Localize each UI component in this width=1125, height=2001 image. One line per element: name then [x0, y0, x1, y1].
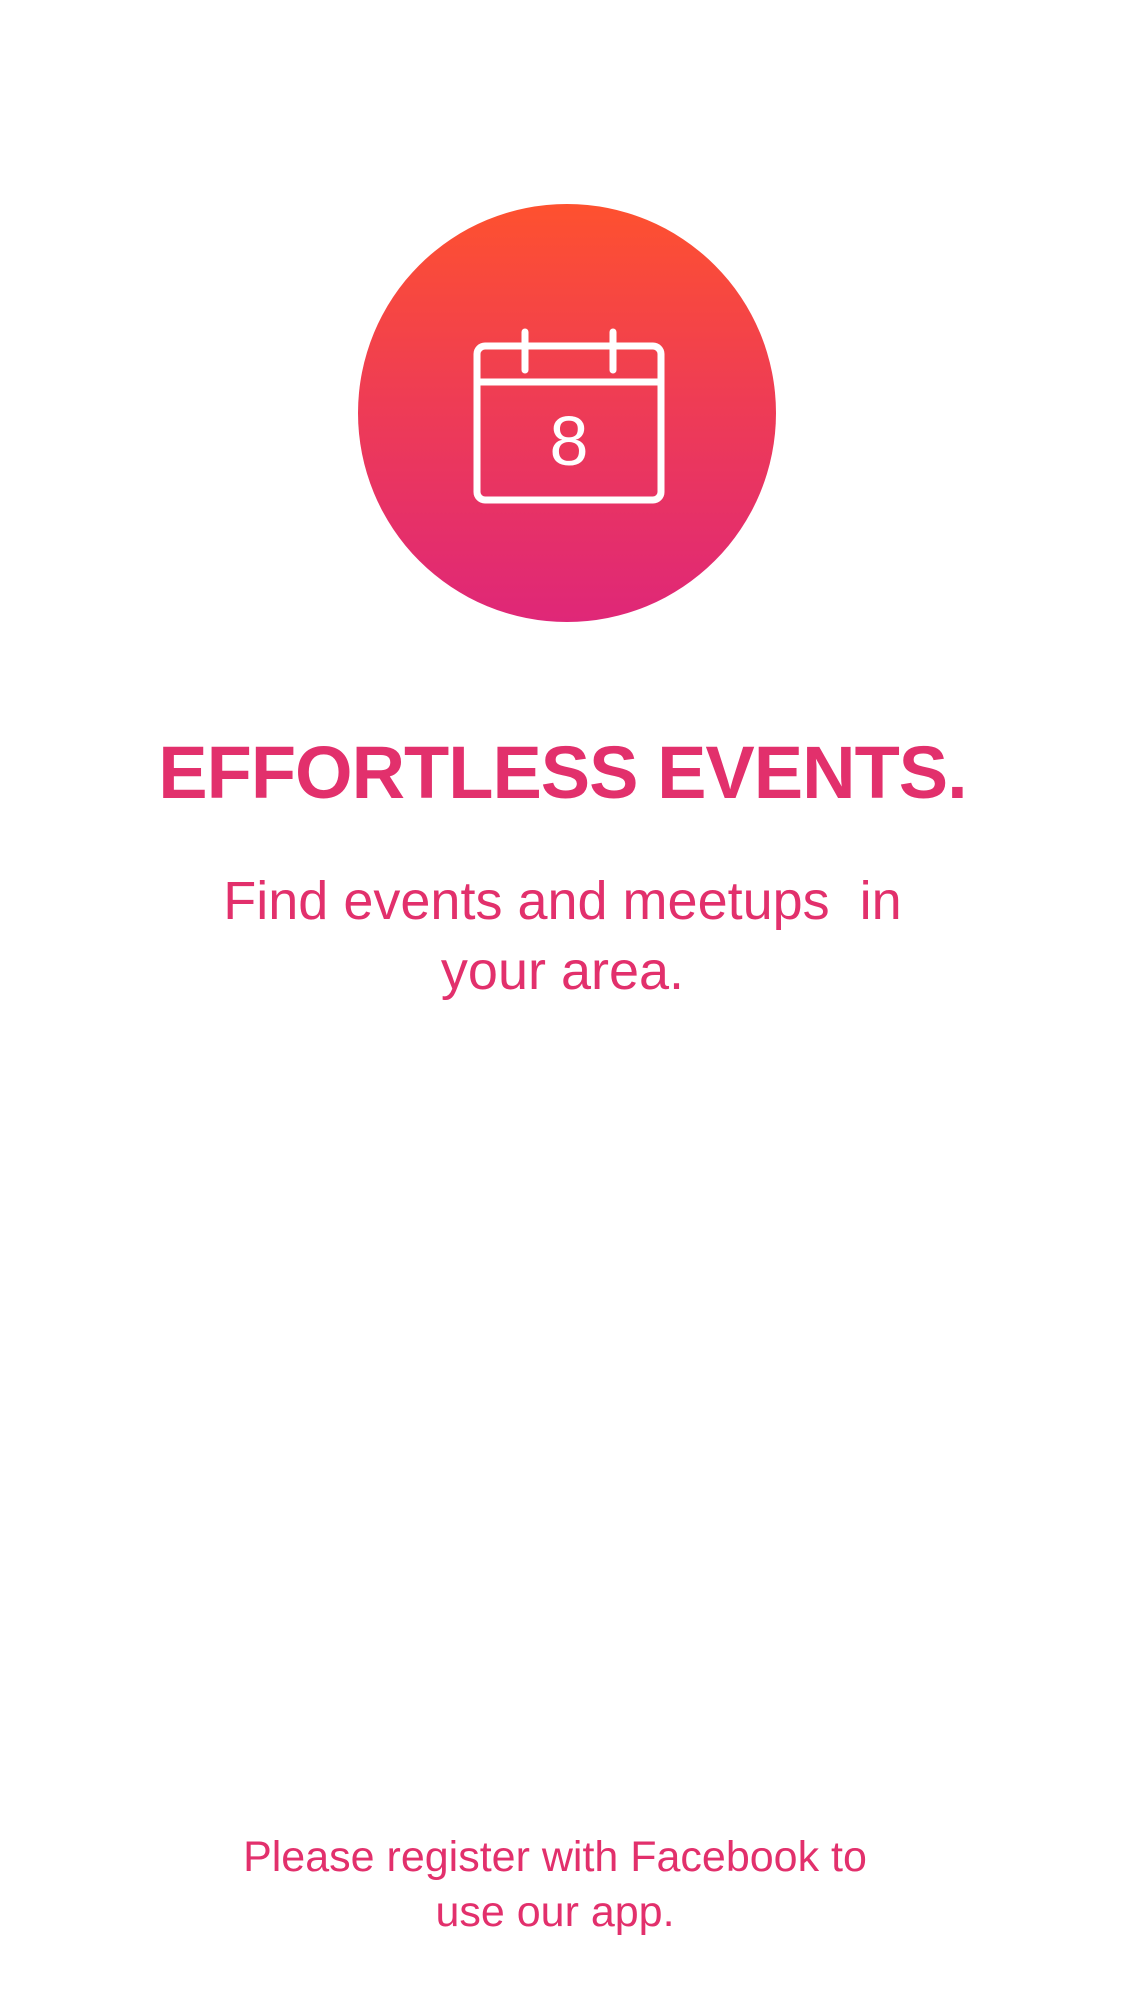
page-title: EFFORTLESS EVENTS. [158, 731, 967, 814]
hero-circle: 8 [358, 204, 776, 622]
page-subtitle: Find events and meetups in your area. [223, 871, 917, 1001]
onboarding-screen: 8 EFFORTLESS EVENTS. Find events and mee… [0, 0, 1125, 2001]
calendar-day-number: 8 [549, 402, 589, 480]
register-prompt: Please register with Facebook to use our… [243, 1833, 867, 1936]
